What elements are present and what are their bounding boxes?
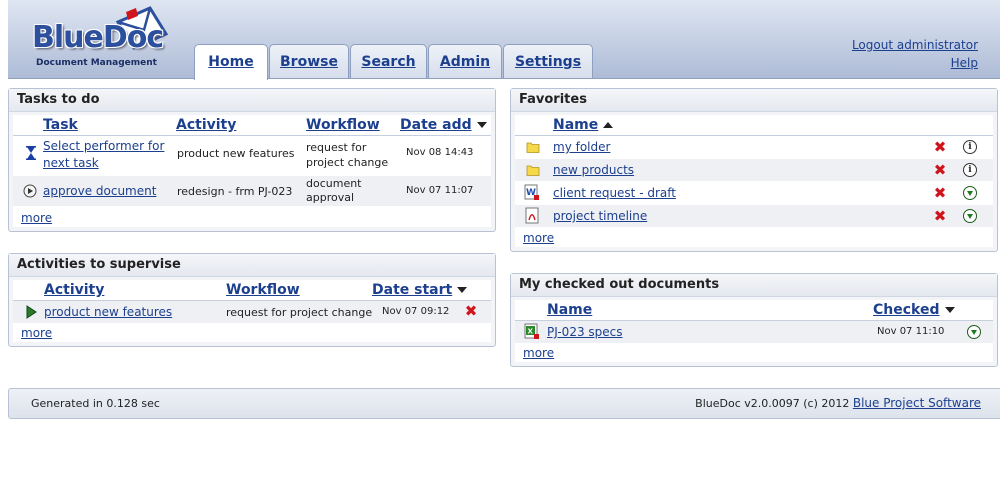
pdf-icon (525, 207, 539, 224)
task-workflow: request for project change (306, 141, 389, 169)
task-date: Nov 08 14:43 (406, 147, 474, 158)
logout-link[interactable]: Logout administrator (852, 38, 978, 52)
favorites-more-link[interactable]: more (523, 231, 554, 245)
col-workflow-header[interactable]: Workflow (226, 282, 300, 298)
task-workflow: document approval (306, 177, 362, 204)
supervise-date: Nov 07 09:12 (382, 306, 450, 317)
tab-search[interactable]: Search (350, 44, 427, 78)
checked-out-date: Nov 07 11:10 (877, 326, 945, 337)
page-footer: Generated in 0.128 sec BlueDoc v2.0.0097… (8, 388, 1000, 419)
generated-time: Generated in 0.128 sec (31, 397, 160, 410)
task-activity: product new features (177, 147, 295, 160)
table-row: approve document redesign - frm PJ-023 d… (13, 176, 491, 206)
col-date-start-header[interactable]: Date start (372, 282, 468, 298)
supervise-table: Activity Workflow Date start product new… (13, 280, 491, 342)
favorite-link[interactable]: client request - draft (553, 186, 676, 200)
svg-text:X: X (528, 328, 534, 336)
task-date: Nov 07 11:07 (406, 185, 474, 196)
app-header: BlueDoc Document Management Home Browse … (8, 0, 1000, 80)
col-checked-header[interactable]: Checked (873, 302, 955, 318)
info-icon[interactable]: i (963, 163, 977, 177)
tab-admin[interactable]: Admin (428, 44, 502, 78)
col-workflow-header[interactable]: Workflow (306, 117, 380, 133)
delete-icon[interactable]: ✖ (933, 209, 947, 224)
task-link[interactable]: approve document (43, 184, 156, 198)
play-circle-icon (23, 184, 37, 198)
tab-browse[interactable]: Browse (269, 44, 349, 78)
download-icon[interactable] (963, 209, 977, 223)
list-item: W client request - draft ✖ (515, 182, 993, 204)
supervise-workflow: request for project change (226, 306, 373, 319)
version-text: BlueDoc v2.0.0097 (c) 2012 (695, 397, 850, 410)
checked-out-panel: My checked out documents Name Checked X … (510, 273, 998, 367)
info-icon[interactable]: i (963, 140, 977, 154)
delete-icon[interactable]: ✖ (933, 186, 947, 201)
list-item: new products ✖ i (515, 159, 993, 181)
logo-wordmark: BlueDoc (32, 20, 164, 55)
help-link[interactable]: Help (951, 56, 978, 70)
download-icon[interactable] (963, 186, 977, 200)
col-date-add-header[interactable]: Date add (400, 117, 487, 133)
sort-descending-icon (944, 307, 955, 313)
checked-out-title: My checked out documents (511, 274, 997, 297)
sort-descending-icon (476, 122, 487, 128)
word-doc-locked-icon: W (524, 184, 539, 200)
tasks-panel: Tasks to do Task Activity Workflow Date … (8, 88, 496, 232)
col-activity-header[interactable]: Activity (44, 282, 104, 298)
folder-icon (526, 142, 540, 153)
supervise-activity-link[interactable]: product new features (44, 305, 172, 319)
favorite-link[interactable]: new products (553, 163, 634, 177)
delete-icon[interactable]: ✖ (933, 163, 947, 178)
footer-credits: BlueDoc v2.0.0097 (c) 2012 Blue Project … (695, 396, 981, 410)
folder-icon (526, 165, 540, 176)
checked-out-table: Name Checked X PJ-023 specs Nov 07 11:10… (515, 300, 993, 362)
table-row: Select performer for next task product n… (13, 136, 491, 174)
checked-out-more-link[interactable]: more (523, 346, 554, 360)
checked-out-doc-link[interactable]: PJ-023 specs (547, 325, 623, 339)
favorites-panel: Favorites Name my folder ✖ i new product… (510, 88, 998, 252)
bluedoc-logo[interactable]: BlueDoc Document Management (26, 4, 186, 70)
sort-ascending-icon (603, 122, 614, 128)
download-icon[interactable] (967, 325, 981, 339)
delete-icon[interactable]: ✖ (933, 140, 947, 155)
supervise-title: Activities to supervise (9, 254, 495, 277)
col-task-header[interactable]: Task (43, 117, 78, 133)
table-row: product new features request for project… (13, 301, 491, 323)
favorites-title: Favorites (511, 89, 997, 112)
header-links: Logout administrator Help (852, 36, 978, 72)
list-item: my folder ✖ i (515, 136, 993, 158)
col-name-header[interactable]: Name (547, 302, 592, 318)
tab-settings[interactable]: Settings (503, 44, 593, 78)
tasks-more-link[interactable]: more (21, 211, 52, 225)
favorite-link[interactable]: my folder (553, 140, 610, 154)
list-item: X PJ-023 specs Nov 07 11:10 (515, 321, 993, 343)
task-link[interactable]: Select performer for next task (43, 138, 168, 172)
task-activity: redesign - frm PJ-023 (177, 185, 293, 198)
sort-descending-icon (457, 287, 468, 293)
tasks-table: Task Activity Workflow Date add Select p… (13, 115, 491, 227)
hourglass-icon (26, 146, 36, 160)
favorite-link[interactable]: project timeline (553, 209, 647, 223)
logo-subtitle: Document Management (36, 58, 157, 68)
company-link[interactable]: Blue Project Software (853, 396, 981, 410)
delete-icon[interactable]: ✖ (464, 304, 478, 319)
col-activity-header[interactable]: Activity (176, 117, 236, 133)
tasks-title: Tasks to do (9, 89, 495, 112)
supervise-panel: Activities to supervise Activity Workflo… (8, 253, 496, 347)
supervise-more-link[interactable]: more (21, 326, 52, 340)
col-name-header[interactable]: Name (553, 117, 614, 133)
excel-doc-locked-icon: X (524, 323, 539, 339)
favorites-table: Name my folder ✖ i new products ✖ i W cl… (515, 115, 993, 247)
play-arrow-icon (26, 305, 37, 319)
tab-home[interactable]: Home (194, 44, 268, 80)
list-item: project timeline ✖ (515, 205, 993, 227)
